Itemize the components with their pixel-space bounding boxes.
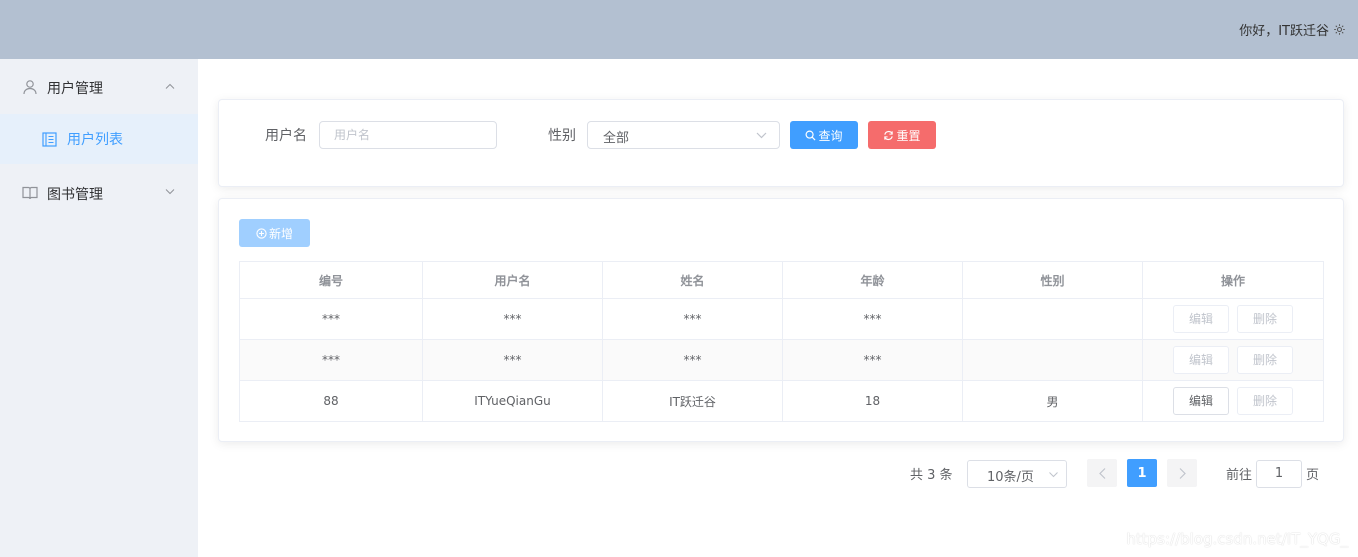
delete-button[interactable]: 删除 (1237, 387, 1293, 415)
search-icon (805, 130, 816, 141)
cell-actions: 编辑 删除 (1142, 339, 1324, 381)
list-icon (42, 132, 57, 147)
column-header-age: 年龄 (782, 261, 963, 299)
sidebar-item-user-management[interactable]: 用户管理 (0, 59, 198, 115)
cell-id: 88 (239, 380, 423, 422)
cell-name: *** (602, 298, 783, 340)
gender-select-value: 全部 (603, 131, 630, 146)
page-number-current[interactable]: 1 (1127, 459, 1157, 487)
refresh-icon (884, 130, 894, 140)
add-button-label: 新增 (268, 226, 293, 241)
edit-button[interactable]: 编辑 (1173, 387, 1229, 415)
cell-name: *** (602, 339, 783, 381)
cell-gender (962, 339, 1143, 381)
column-header-gender: 性别 (962, 261, 1143, 299)
reset-button-label: 重置 (896, 128, 921, 143)
goto-label: 前往 (1226, 468, 1253, 483)
page-size-select[interactable]: 10条/页 (967, 460, 1067, 488)
prev-page-button[interactable] (1087, 459, 1117, 487)
user-table: 编号 用户名 姓名 年龄 性别 操作 *** *** *** *** 编辑 删除 … (239, 261, 1324, 422)
cell-actions: 编辑 删除 (1142, 380, 1324, 422)
sidebar: 用户管理 用户列表 图书管理 (0, 59, 198, 557)
edit-button[interactable]: 编辑 (1173, 305, 1229, 333)
chevron-down-icon (1049, 472, 1058, 478)
chevron-down-icon (165, 189, 175, 195)
user-greeting[interactable]: 你好，IT跃迁谷 (1239, 20, 1346, 39)
cell-gender: 男 (962, 380, 1143, 422)
plus-circle-icon (256, 227, 267, 239)
sidebar-item-book-management[interactable]: 图书管理 (0, 165, 198, 221)
chevron-down-icon (756, 132, 767, 139)
goto-unit-label: 页 (1306, 468, 1320, 483)
delete-button[interactable]: 删除 (1237, 346, 1293, 374)
watermark-text: https://blog.csdn.net/IT_YQG_ (1126, 530, 1348, 548)
table-row: *** *** *** *** 编辑 删除 (239, 298, 1324, 340)
username-input[interactable] (319, 121, 497, 149)
column-header-actions: 操作 (1142, 261, 1324, 299)
gear-icon[interactable] (1333, 23, 1346, 36)
cell-age: 18 (782, 380, 963, 422)
column-header-name: 姓名 (602, 261, 783, 299)
chevron-right-icon (1179, 467, 1186, 479)
cell-id: *** (239, 339, 423, 381)
pagination-total: 共 3 条 (910, 468, 953, 483)
cell-username: *** (422, 298, 603, 340)
cell-id: *** (239, 298, 423, 340)
reset-button[interactable]: 重置 (868, 121, 936, 149)
gender-select[interactable]: 全部 (587, 121, 780, 149)
sidebar-item-label: 用户管理 (47, 81, 103, 97)
add-button[interactable]: 新增 (239, 219, 310, 247)
sidebar-item-user-list[interactable]: 用户列表 (0, 114, 198, 164)
cell-age: *** (782, 339, 963, 381)
cell-age: *** (782, 298, 963, 340)
page-size-value: 10条/页 (987, 470, 1034, 485)
table-row: 88 ITYueQianGu IT跃迁谷 18 男 编辑 删除 (239, 380, 1324, 422)
top-header: 你好，IT跃迁谷 (0, 0, 1358, 59)
sidebar-item-label: 用户列表 (67, 132, 123, 148)
cell-username: ITYueQianGu (422, 380, 603, 422)
cell-username: *** (422, 339, 603, 381)
cell-actions: 编辑 删除 (1142, 298, 1324, 340)
cell-name: IT跃迁谷 (602, 380, 783, 422)
edit-button[interactable]: 编辑 (1173, 346, 1229, 374)
book-icon (22, 186, 38, 200)
sidebar-item-label: 图书管理 (47, 187, 103, 203)
user-icon (23, 80, 37, 95)
username-label: 用户名 (265, 128, 307, 144)
chevron-left-icon (1098, 467, 1105, 479)
goto-page-input[interactable]: 1 (1256, 460, 1302, 488)
table-card: 新增 编号 用户名 姓名 年龄 性别 操作 *** *** *** *** 编辑… (218, 198, 1344, 442)
table-header-row: 编号 用户名 姓名 年龄 性别 操作 (239, 261, 1324, 299)
search-card: 用户名 性别 全部 查询 重置 (218, 99, 1344, 187)
chevron-up-icon (165, 83, 175, 89)
column-header-username: 用户名 (422, 261, 603, 299)
query-button-label: 查询 (818, 128, 843, 143)
greeting-text: 你好，IT跃迁谷 (1239, 24, 1329, 39)
query-button[interactable]: 查询 (790, 121, 858, 149)
next-page-button[interactable] (1167, 459, 1197, 487)
delete-button[interactable]: 删除 (1237, 305, 1293, 333)
cell-gender (962, 298, 1143, 340)
table-row: *** *** *** *** 编辑 删除 (239, 339, 1324, 381)
column-header-id: 编号 (239, 261, 423, 299)
gender-label: 性别 (548, 128, 576, 144)
